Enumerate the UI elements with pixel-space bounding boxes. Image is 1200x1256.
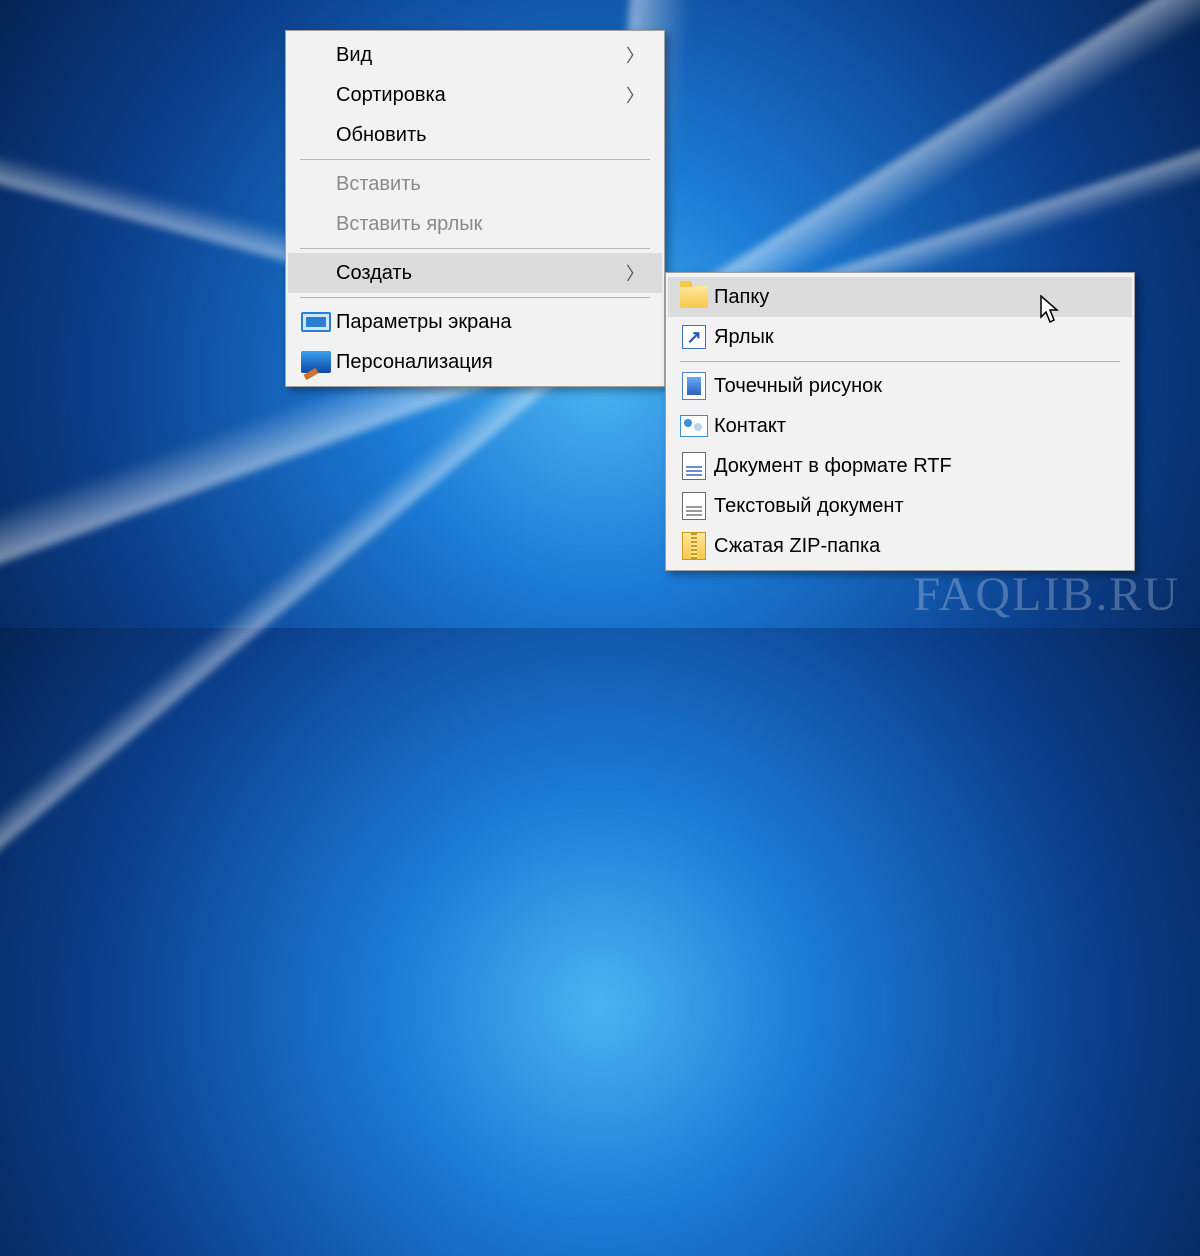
watermark-text: FAQLIB.RU [914,567,1180,622]
menu-item-display-settings[interactable]: Параметры экрана [288,302,662,342]
menu-item-label: Обновить [336,124,644,147]
menu-item-label: Контакт [714,415,1114,438]
menu-separator [300,297,650,298]
menu-item-label: Вставить [336,173,644,196]
folder-icon [674,286,714,308]
personalize-icon [296,351,336,373]
menu-separator [680,361,1120,362]
new-submenu: Папку Ярлык Точечный рисунок Контакт Док… [665,272,1135,571]
menu-item-label: Сортировка [336,84,602,107]
submenu-item-shortcut[interactable]: Ярлык [668,317,1132,357]
menu-item-label: Документ в формате RTF [714,455,1114,478]
menu-item-paste-shortcut: Вставить ярлык [288,204,662,244]
submenu-item-zip[interactable]: Сжатая ZIP-папка [668,526,1132,566]
submenu-item-folder[interactable]: Папку [668,277,1132,317]
menu-item-paste: Вставить [288,164,662,204]
zip-icon [674,532,714,560]
submenu-item-contact[interactable]: Контакт [668,406,1132,446]
menu-item-label: Сжатая ZIP-папка [714,535,1114,558]
menu-item-label: Персонализация [336,351,644,374]
contact-icon [674,415,714,437]
menu-item-label: Текстовый документ [714,495,1114,518]
submenu-item-text[interactable]: Текстовый документ [668,486,1132,526]
menu-item-label: Папку [714,286,1114,309]
rtf-icon [674,452,714,480]
menu-item-personalize[interactable]: Персонализация [288,342,662,382]
submenu-item-bitmap[interactable]: Точечный рисунок [668,366,1132,406]
menu-item-label: Точечный рисунок [714,375,1114,398]
menu-item-new[interactable]: Создать 〉 [288,253,662,293]
desktop-context-menu: Вид 〉 Сортировка 〉 Обновить Вставить Вст… [285,30,665,387]
chevron-right-icon: 〉 [626,260,644,286]
text-icon [674,492,714,520]
display-icon [296,312,336,332]
shortcut-icon [674,325,714,349]
menu-item-label: Параметры экрана [336,311,644,334]
submenu-item-rtf[interactable]: Документ в формате RTF [668,446,1132,486]
menu-item-label: Ярлык [714,326,1114,349]
menu-item-label: Вставить ярлык [336,213,644,236]
menu-separator [300,159,650,160]
menu-item-view[interactable]: Вид 〉 [288,35,662,75]
chevron-right-icon: 〉 [626,42,644,68]
bg-ray [0,322,600,1256]
menu-item-refresh[interactable]: Обновить [288,115,662,155]
menu-item-label: Создать [336,262,602,285]
bitmap-icon [674,372,714,400]
menu-separator [300,248,650,249]
chevron-right-icon: 〉 [626,82,644,108]
menu-item-label: Вид [336,44,602,67]
menu-item-sort[interactable]: Сортировка 〉 [288,75,662,115]
